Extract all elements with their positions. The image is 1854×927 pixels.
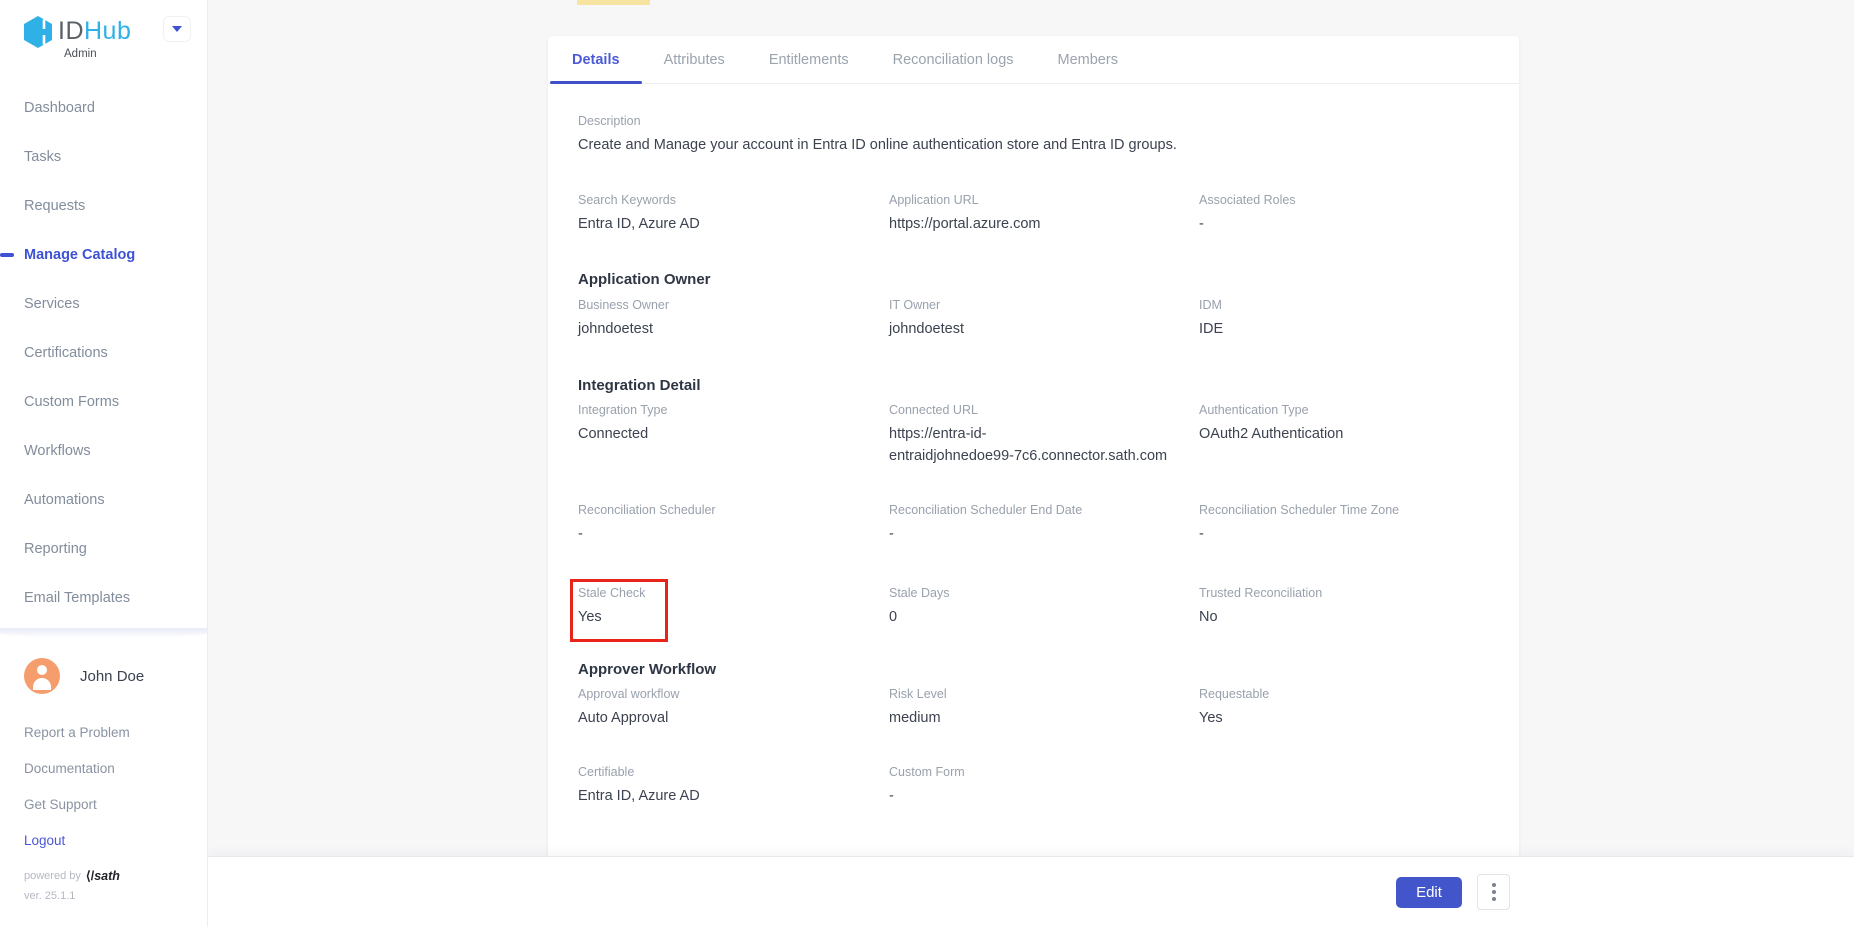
field-it-owner: IT Owner johndoetest xyxy=(889,298,1187,341)
idhub-hexagon-logo-icon xyxy=(22,15,54,54)
field-reconciliation-scheduler: Reconciliation Scheduler - xyxy=(578,503,876,546)
section-application-owner: Application Owner xyxy=(578,271,711,288)
chevron-down-icon xyxy=(172,26,182,32)
version-label: ver. 25.1.1 xyxy=(24,890,75,902)
tab-details[interactable]: Details xyxy=(550,36,642,83)
app-logo: IDHub Admin xyxy=(0,0,207,50)
sidebar-item-requests[interactable]: Requests xyxy=(0,181,207,230)
details-panel: Description Create and Manage your accou… xyxy=(548,84,1519,857)
brand-subtitle: Admin xyxy=(64,48,97,60)
sidebar-item-automations[interactable]: Automations xyxy=(0,475,207,524)
field-integration-type: Integration Type Connected xyxy=(578,403,876,446)
field-business-owner: Business Owner johndoetest xyxy=(578,298,876,341)
field-approval-workflow: Approval workflow Auto Approval xyxy=(578,687,876,730)
section-approver-workflow: Approver Workflow xyxy=(578,661,716,678)
sidebar-item-workflows[interactable]: Workflows xyxy=(0,426,207,475)
field-reconciliation-scheduler-time-zone: Reconciliation Scheduler Time Zone - xyxy=(1199,503,1497,546)
user-profile[interactable]: John Doe xyxy=(24,658,144,694)
field-requestable: Requestable Yes xyxy=(1199,687,1497,730)
user-avatar-icon xyxy=(24,658,60,694)
tab-reconciliation-logs[interactable]: Reconciliation logs xyxy=(871,36,1036,83)
field-search-keywords: Search Keywords Entra ID, Azure AD xyxy=(578,193,876,236)
workspace-switcher-button[interactable] xyxy=(163,16,191,42)
main-content: Details Attributes Entitlements Reconcil… xyxy=(208,0,1854,927)
bottom-action-bar: Edit xyxy=(208,857,1854,927)
sidebar-item-certifications[interactable]: Certifications xyxy=(0,328,207,377)
field-associated-roles: Associated Roles - xyxy=(1199,193,1497,236)
report-a-problem-link[interactable]: Report a Problem xyxy=(0,714,207,750)
field-custom-form: Custom Form - xyxy=(889,765,1187,808)
application-detail-card: Details Attributes Entitlements Reconcil… xyxy=(548,36,1519,857)
detail-tabs: Details Attributes Entitlements Reconcil… xyxy=(548,36,1519,84)
sidebar-item-services[interactable]: Services xyxy=(0,279,207,328)
section-integration-detail: Integration Detail xyxy=(578,377,701,394)
field-description: Description Create and Manage your accou… xyxy=(578,114,1308,157)
sidebar-item-custom-forms[interactable]: Custom Forms xyxy=(0,377,207,426)
field-stale-days: Stale Days 0 xyxy=(889,586,1187,629)
documentation-link[interactable]: Documentation xyxy=(0,750,207,786)
logout-link[interactable]: Logout xyxy=(0,822,207,858)
field-idm: IDM IDE xyxy=(1199,298,1497,341)
field-certifiable: Certifiable Entra ID, Azure AD xyxy=(578,765,876,808)
sidebar: IDHub Admin Dashboard Tasks Requests Man… xyxy=(0,0,208,927)
field-trusted-reconciliation: Trusted Reconciliation No xyxy=(1199,586,1497,629)
field-reconciliation-scheduler-end-date: Reconciliation Scheduler End Date - xyxy=(889,503,1187,546)
sidebar-item-email-templates[interactable]: Email Templates xyxy=(0,573,207,622)
sidebar-item-manage-catalog[interactable]: Manage Catalog xyxy=(0,230,207,279)
user-name: John Doe xyxy=(80,668,144,685)
sidebar-divider xyxy=(0,628,207,638)
brand-text: IDHub xyxy=(58,17,131,46)
scrolled-header-remnant xyxy=(577,0,650,5)
field-stale-check: Stale Check Yes xyxy=(578,586,876,629)
edit-button[interactable]: Edit xyxy=(1396,877,1462,908)
field-application-url: Application URL https://portal.azure.com xyxy=(889,193,1187,236)
tab-entitlements[interactable]: Entitlements xyxy=(747,36,871,83)
kebab-menu-icon xyxy=(1492,883,1496,887)
sidebar-item-tasks[interactable]: Tasks xyxy=(0,132,207,181)
field-authentication-type: Authentication Type OAuth2 Authenticatio… xyxy=(1199,403,1497,446)
sath-logo: ⟨/sath xyxy=(86,868,120,883)
sidebar-item-dashboard[interactable]: Dashboard xyxy=(0,83,207,132)
field-connected-url: Connected URL https://entra-id- entraidj… xyxy=(889,403,1187,468)
sidebar-item-reporting[interactable]: Reporting xyxy=(0,524,207,573)
more-actions-button[interactable] xyxy=(1477,874,1510,910)
sidebar-footer-links: Report a Problem Documentation Get Suppo… xyxy=(0,714,207,858)
tab-attributes[interactable]: Attributes xyxy=(642,36,747,83)
tab-members[interactable]: Members xyxy=(1036,36,1140,83)
get-support-link[interactable]: Get Support xyxy=(0,786,207,822)
sidebar-nav: Dashboard Tasks Requests Manage Catalog … xyxy=(0,83,207,622)
field-risk-level: Risk Level medium xyxy=(889,687,1187,730)
powered-by: powered by ⟨/sath xyxy=(24,868,120,883)
